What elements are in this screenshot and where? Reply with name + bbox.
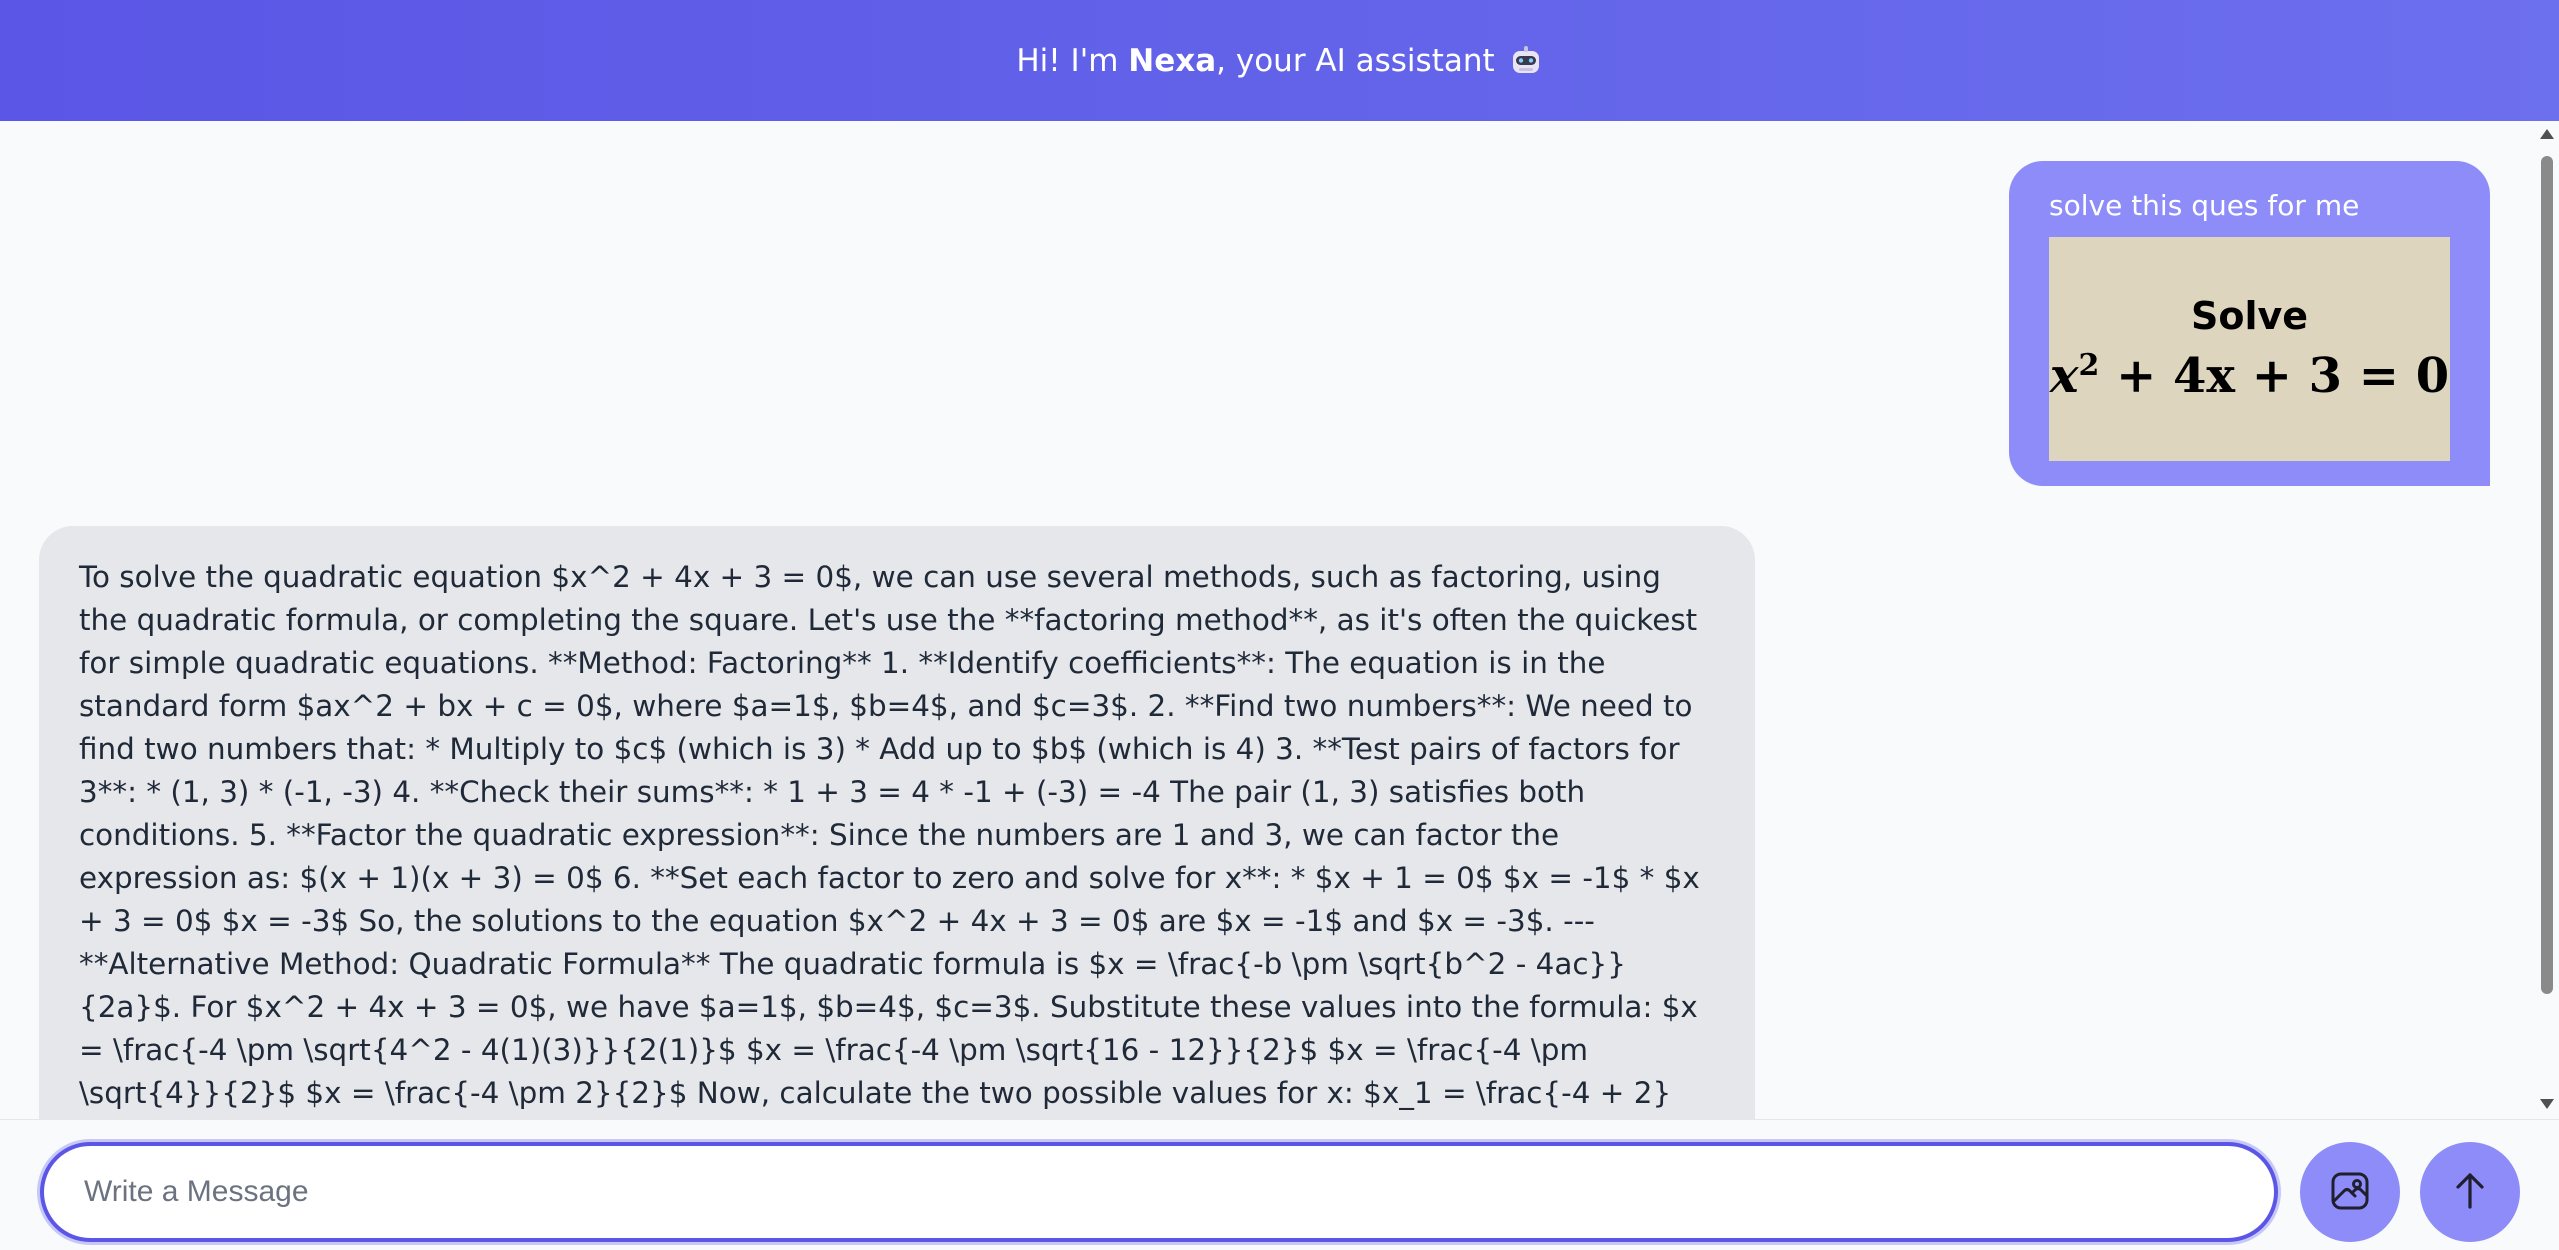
header-greeting-prefix: Hi! I'm — [1016, 42, 1129, 79]
equation-exponent: 2 — [2078, 347, 2100, 383]
upload-image-button[interactable] — [2300, 1142, 2400, 1242]
chat-header: Hi! I'm Nexa , your AI assistant — [0, 0, 2559, 121]
image-title: Solve — [2190, 293, 2309, 338]
scroll-thumb[interactable] — [2541, 156, 2553, 994]
equation-variable: x — [2049, 347, 2079, 404]
image-equation: x2 + 4x + 3 = 0 — [2050, 348, 2449, 404]
assistant-message-bubble: To solve the quadratic equation $x^2 + 4… — [39, 526, 1755, 1166]
composer-bar — [0, 1119, 2559, 1250]
scroll-up-arrow-icon[interactable] — [2540, 129, 2554, 139]
image-icon — [2328, 1169, 2372, 1216]
attached-question-image[interactable]: Solve x2 + 4x + 3 = 0 — [2049, 236, 2450, 461]
user-message-bubble: solve this ques for me Solve x2 + 4x + 3… — [2009, 161, 2490, 486]
header-greeting-suffix: , your AI assistant — [1216, 42, 1495, 79]
chat-scrollbar[interactable] — [2535, 121, 2559, 1119]
robot-icon — [1509, 44, 1543, 78]
user-message-text: solve this ques for me — [2049, 189, 2360, 222]
header-title: Hi! I'm Nexa , your AI assistant — [1016, 43, 1542, 79]
assistant-name: Nexa — [1128, 42, 1217, 79]
message-input[interactable] — [40, 1142, 2278, 1242]
scroll-down-arrow-icon[interactable] — [2540, 1099, 2554, 1109]
equation-rest: + 4x + 3 = 0 — [2099, 347, 2450, 404]
arrow-up-icon — [2450, 1169, 2490, 1216]
send-button[interactable] — [2420, 1142, 2520, 1242]
assistant-message-text: To solve the quadratic equation $x^2 + 4… — [79, 560, 1700, 1166]
